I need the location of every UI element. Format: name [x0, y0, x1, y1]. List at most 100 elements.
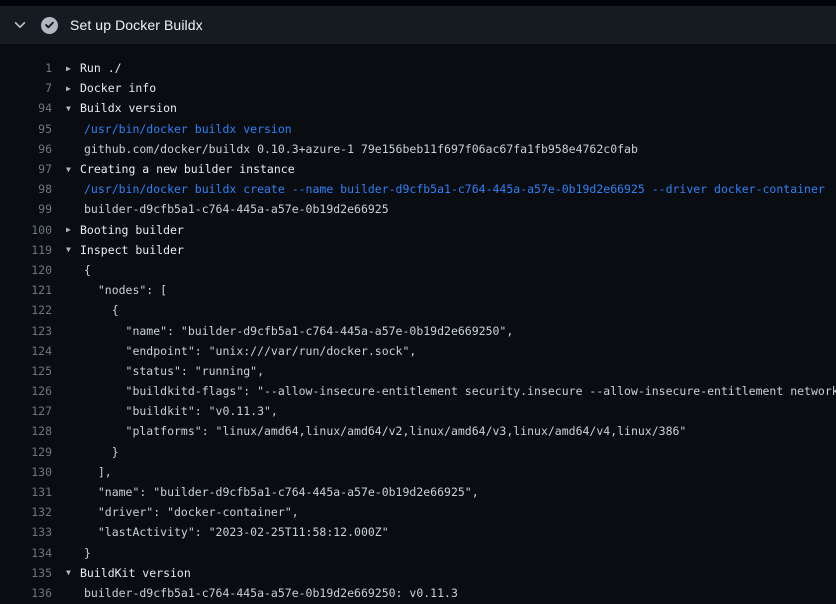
log-line: 132 "driver": "docker-container", [0, 502, 836, 522]
line-number[interactable]: 131 [0, 485, 52, 499]
log-output-line: "platforms": "linux/amd64,linux/amd64/v2… [66, 424, 686, 438]
log-line: 126 "buildkitd-flags": "--allow-insecure… [0, 381, 836, 401]
log-line: 135 ▼BuildKit version [0, 563, 836, 583]
log-text: "name": "builder-d9cfb5a1-c764-445a-a57e… [84, 485, 479, 499]
log-group-header[interactable]: ▶Run ./ [66, 61, 122, 75]
group-expand-icon[interactable]: ▶ [66, 64, 80, 73]
log-output-line: "nodes": [ [66, 283, 167, 297]
log-output-line: "driver": "docker-container", [66, 505, 299, 519]
line-number[interactable]: 125 [0, 364, 52, 378]
log-line: 128 "platforms": "linux/amd64,linux/amd6… [0, 421, 836, 441]
group-collapse-icon[interactable]: ▼ [66, 165, 80, 174]
log-group-header[interactable]: ▼Inspect builder [66, 243, 184, 257]
log-text: } [84, 546, 91, 560]
log-text: ], [84, 465, 112, 479]
log-output-line: "status": "running", [66, 364, 264, 378]
check-circle-icon [41, 17, 58, 34]
log-line: 131 "name": "builder-d9cfb5a1-c764-445a-… [0, 482, 836, 502]
log-output-line: { [66, 263, 91, 277]
log-output-line: "buildkit": "v0.11.3", [66, 404, 278, 418]
group-expand-icon[interactable]: ▶ [66, 84, 80, 93]
log-line: 129 } [0, 442, 836, 462]
line-number[interactable]: 134 [0, 546, 52, 560]
log-line: 134} [0, 543, 836, 563]
log-text: "buildkit": "v0.11.3", [84, 404, 278, 418]
log-text: BuildKit version [80, 566, 191, 580]
log-line: 130 ], [0, 462, 836, 482]
line-number[interactable]: 94 [0, 101, 52, 115]
log-line: 95/usr/bin/docker buildx version [0, 119, 836, 139]
group-collapse-icon[interactable]: ▼ [66, 245, 80, 254]
line-number[interactable]: 122 [0, 303, 52, 317]
step-header[interactable]: Set up Docker Buildx [0, 6, 836, 44]
log-text: Buildx version [80, 101, 177, 115]
log-text: "lastActivity": "2023-02-25T11:58:12.000… [84, 525, 389, 539]
log-output-line: "name": "builder-d9cfb5a1-c764-445a-a57e… [66, 485, 479, 499]
group-collapse-icon[interactable]: ▼ [66, 568, 80, 577]
log-line: 1 ▶Run ./ [0, 58, 836, 78]
group-collapse-icon[interactable]: ▼ [66, 104, 80, 113]
log-text: github.com/docker/buildx 0.10.3+azure-1 … [84, 142, 638, 156]
log-text: Inspect builder [80, 243, 184, 257]
log-line: 97 ▼Creating a new builder instance [0, 159, 836, 179]
log-output-line: "name": "builder-d9cfb5a1-c764-445a-a57e… [66, 324, 513, 338]
log-text: Docker info [80, 81, 156, 95]
log-group-header[interactable]: ▼BuildKit version [66, 566, 191, 580]
log-text: /usr/bin/docker buildx create --name bui… [84, 182, 825, 196]
group-expand-icon[interactable]: ▶ [66, 225, 80, 234]
log-text: { [84, 263, 91, 277]
log-output-line: github.com/docker/buildx 0.10.3+azure-1 … [66, 142, 638, 156]
step-title: Set up Docker Buildx [70, 17, 203, 33]
line-number[interactable]: 123 [0, 324, 52, 338]
line-number[interactable]: 95 [0, 122, 52, 136]
log-line: 99builder-d9cfb5a1-c764-445a-a57e-0b19d2… [0, 199, 836, 219]
log-text: "platforms": "linux/amd64,linux/amd64/v2… [84, 424, 686, 438]
log-line: 119 ▼Inspect builder [0, 240, 836, 260]
line-number[interactable]: 119 [0, 243, 52, 257]
line-number[interactable]: 132 [0, 505, 52, 519]
log-line: 120 { [0, 260, 836, 280]
chevron-down-icon[interactable] [13, 18, 27, 32]
log-text: "status": "running", [84, 364, 264, 378]
line-number[interactable]: 120 [0, 263, 52, 277]
line-number[interactable]: 99 [0, 202, 52, 216]
log-line: 7 ▶Docker info [0, 78, 836, 98]
log-output-line: { [66, 303, 119, 317]
line-number[interactable]: 1 [0, 61, 52, 75]
log-text: /usr/bin/docker buildx version [84, 122, 292, 136]
line-number[interactable]: 96 [0, 142, 52, 156]
line-number[interactable]: 128 [0, 424, 52, 438]
line-number[interactable]: 124 [0, 344, 52, 358]
line-number[interactable]: 100 [0, 223, 52, 237]
line-number[interactable]: 133 [0, 525, 52, 539]
log-output-line: } [66, 445, 119, 459]
log-text: "name": "builder-d9cfb5a1-c764-445a-a57e… [84, 324, 513, 338]
line-number[interactable]: 97 [0, 162, 52, 176]
log-group-header[interactable]: ▼Buildx version [66, 101, 177, 115]
log-text: "nodes": [ [84, 283, 167, 297]
log-group-header[interactable]: ▶Booting builder [66, 223, 184, 237]
log-line: 98/usr/bin/docker buildx create --name b… [0, 179, 836, 199]
log-text: "driver": "docker-container", [84, 505, 299, 519]
log-line: 96 github.com/docker/buildx 0.10.3+azure-… [0, 139, 836, 159]
line-number[interactable]: 98 [0, 182, 52, 196]
log-text: Booting builder [80, 223, 184, 237]
log-text: builder-d9cfb5a1-c764-445a-a57e-0b19d2e6… [84, 586, 458, 600]
line-number[interactable]: 136 [0, 586, 52, 600]
log-line: 123 "name": "builder-d9cfb5a1-c764-445a-… [0, 320, 836, 340]
line-number[interactable]: 126 [0, 384, 52, 398]
line-number[interactable]: 121 [0, 283, 52, 297]
log-line: 122 { [0, 300, 836, 320]
line-number[interactable]: 7 [0, 81, 52, 95]
line-number[interactable]: 129 [0, 445, 52, 459]
line-number[interactable]: 130 [0, 465, 52, 479]
log-group-header[interactable]: ▶Docker info [66, 81, 156, 95]
log-line: 100 ▶Booting builder [0, 220, 836, 240]
log-line: 125 "status": "running", [0, 361, 836, 381]
log-output-line: "buildkitd-flags": "--allow-insecure-ent… [66, 384, 836, 398]
log-viewer: 1▶Run ./7▶Docker info94▼Buildx version95… [0, 44, 836, 604]
log-group-header[interactable]: ▼Creating a new builder instance [66, 162, 295, 176]
log-text: { [84, 303, 119, 317]
line-number[interactable]: 135 [0, 566, 52, 580]
line-number[interactable]: 127 [0, 404, 52, 418]
